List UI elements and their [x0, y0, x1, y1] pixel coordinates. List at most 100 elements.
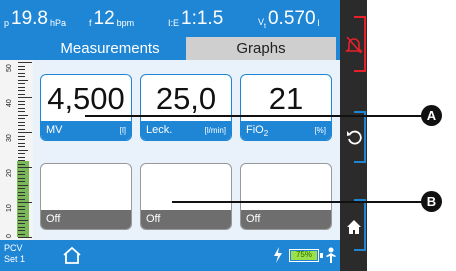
- param-frequency: f 12 bpm: [89, 0, 134, 37]
- measurement-box-empty-2[interactable]: Off: [140, 163, 232, 230]
- scale-tick: [18, 86, 25, 88]
- callout-line-a: [85, 115, 422, 117]
- rotate-icon[interactable]: [340, 122, 367, 152]
- home-icon[interactable]: [62, 246, 82, 270]
- measurement-footer: MV [l]: [41, 121, 131, 140]
- param-vt-label: Vt: [258, 16, 266, 30]
- top-status-bar: p 19.8 hPa f 12 bpm I:E 1:1.5 Vt 0.570 l: [0, 0, 340, 37]
- scale-tick: [18, 233, 25, 235]
- scale-label-10: 10: [6, 204, 13, 212]
- measurement-footer: Off: [241, 210, 331, 229]
- scale-tick: [18, 97, 32, 98]
- bottom-status-bar: PCV Set 1 75%: [0, 240, 340, 271]
- alarm-off-icon[interactable]: [340, 30, 367, 60]
- measurement-value: 4,500: [47, 81, 125, 116]
- measurement-unit: [l/min]: [204, 126, 226, 135]
- scale-tick: [18, 237, 32, 238]
- param-frequency-value: 12: [93, 8, 115, 29]
- scale-tick: [18, 205, 25, 207]
- scale-tick: [18, 181, 25, 182]
- scale-tick: [18, 212, 25, 214]
- measurement-box-empty-1[interactable]: Off: [40, 163, 132, 230]
- param-ie-ratio: I:E 1:1.5: [168, 0, 223, 37]
- bolt-icon: [273, 247, 283, 268]
- scale-tick: [18, 174, 25, 175]
- measurement-footer: Off: [41, 210, 131, 229]
- scale-tick: [18, 128, 25, 130]
- measurement-name: Off: [246, 213, 261, 225]
- scale-tick: [18, 62, 32, 63]
- scale-tick: [18, 198, 25, 200]
- callout-line-b: [172, 201, 422, 203]
- scale-tick: [18, 139, 25, 140]
- measurement-footer: FiO2 [%]: [241, 121, 331, 140]
- scale-tick: [18, 146, 25, 147]
- measurement-name: Off: [146, 213, 161, 225]
- scale-tick: [18, 83, 25, 84]
- scale-tick: [18, 107, 25, 109]
- tab-graphs[interactable]: Graphs: [186, 37, 336, 60]
- scale-tick: [18, 121, 25, 123]
- scale-tick: [18, 202, 32, 203]
- measurement-value: 21: [268, 81, 304, 116]
- param-ie-label: I:E: [168, 18, 180, 28]
- scale-tick: [18, 219, 28, 221]
- scale-tick: [18, 191, 25, 193]
- scale-tick: [18, 230, 25, 231]
- scale-tick: [18, 184, 28, 186]
- measurement-footer: Leck. [l/min]: [141, 121, 231, 140]
- measurement-unit: [%]: [314, 126, 326, 135]
- person-icon: [325, 247, 337, 269]
- measurement-box-empty-3[interactable]: Off: [240, 163, 332, 230]
- callout-a: A: [421, 105, 442, 126]
- scale-label-40: 40: [6, 99, 13, 107]
- param-pressure-value: 19.8: [11, 8, 48, 29]
- scale-label-50: 50: [6, 64, 13, 72]
- scale-tick: [18, 226, 25, 228]
- param-pressure-label: p: [4, 18, 10, 28]
- scale-tick: [18, 100, 25, 102]
- scale-tick: [18, 65, 25, 67]
- scale-tick: [18, 111, 25, 112]
- scale-tick: [18, 104, 25, 105]
- param-frequency-label: f: [89, 18, 92, 28]
- scale-tick: [18, 195, 25, 196]
- battery-percent: 75%: [295, 250, 312, 259]
- measurement-box-fio2[interactable]: 21 FiO2 [%]: [240, 74, 332, 141]
- scale-tick: [18, 223, 25, 224]
- scale-tick: [18, 79, 28, 81]
- param-tidal-volume: Vt 0.570 l: [258, 0, 320, 37]
- scale-tick: [18, 72, 25, 74]
- measurement-name: Off: [46, 213, 61, 225]
- param-frequency-unit: bpm: [116, 18, 135, 28]
- scale-tick: [18, 93, 25, 95]
- scale-tick: [18, 142, 25, 144]
- param-ie-value: 1:1.5: [181, 8, 224, 29]
- tab-measurements[interactable]: Measurements: [36, 37, 184, 60]
- scale-tick: [18, 149, 28, 151]
- param-vt-value: 0.570: [267, 8, 316, 29]
- mode-name: PCV: [4, 243, 23, 253]
- scale-tick: [18, 163, 25, 165]
- scale-tick: [18, 177, 25, 179]
- scale-tick: [18, 209, 25, 210]
- tab-bar: Measurements Graphs: [0, 37, 340, 60]
- scale-tick: [18, 90, 25, 91]
- measurement-footer: Off: [141, 210, 231, 229]
- measurement-box-mv[interactable]: 4,500 MV [l]: [40, 74, 132, 141]
- battery-tip: [320, 253, 323, 258]
- scale-tick: [18, 156, 25, 158]
- param-pressure-unit: hPa: [50, 18, 67, 28]
- scale-tick: [18, 216, 25, 217]
- ventilation-mode[interactable]: PCV Set 1: [4, 243, 25, 265]
- callout-b: B: [421, 191, 442, 212]
- scale-tick: [18, 114, 28, 116]
- measurement-name: FiO2: [246, 124, 269, 139]
- scale-tick: [18, 160, 25, 161]
- measurement-value: 25,0: [155, 81, 217, 116]
- scale-tick: [18, 153, 25, 154]
- measurement-name: Leck.: [146, 124, 173, 136]
- mode-set: Set 1: [4, 254, 26, 264]
- measurement-box-leak[interactable]: 25,0 Leck. [l/min]: [140, 74, 232, 141]
- home-nav-icon[interactable]: [340, 212, 367, 242]
